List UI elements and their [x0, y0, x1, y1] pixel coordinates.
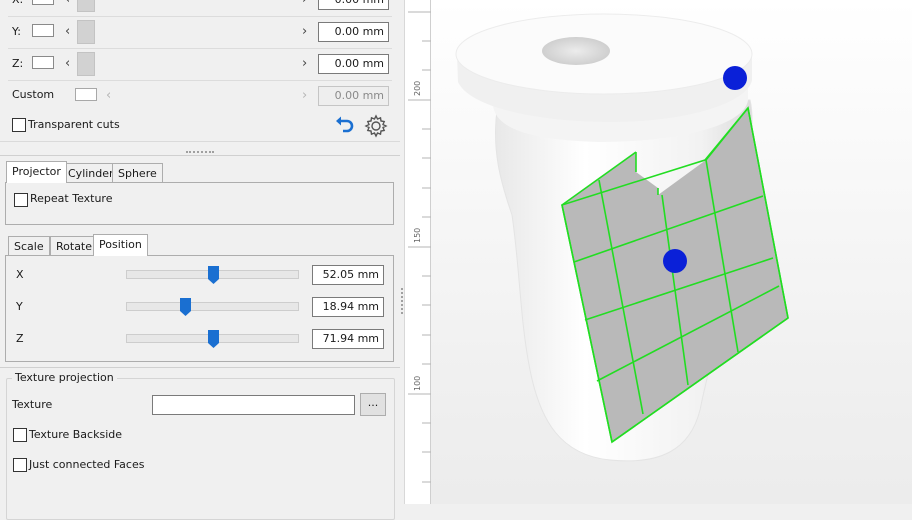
tab-sphere[interactable]: Sphere	[112, 163, 163, 183]
texture-projection-title: Texture projection	[12, 371, 117, 384]
chevron-left-icon[interactable]: ‹	[65, 25, 70, 39]
cut-row-custom: Custom ‹ › 0.00 mm	[0, 80, 392, 112]
repeat-texture-label: Repeat Texture	[30, 192, 113, 205]
position-value-z[interactable]: 71.94 mm	[312, 329, 384, 349]
chevron-left-icon[interactable]: ‹	[65, 57, 70, 71]
chevron-left-icon[interactable]: ‹	[65, 0, 70, 7]
cut-color-swatch-x[interactable]	[32, 0, 54, 5]
transparent-cuts-label: Transparent cuts	[28, 118, 120, 131]
cut-value-x[interactable]: 0.00 mm	[318, 0, 389, 10]
tab-rotate[interactable]: Rotate	[50, 236, 99, 256]
3d-model-scene[interactable]	[431, 0, 912, 504]
projection-tab-panel: Repeat Texture	[5, 182, 394, 225]
position-value-x[interactable]: 52.05 mm	[312, 265, 384, 285]
ruler-ticks	[408, 11, 431, 483]
3d-viewport[interactable]	[431, 0, 912, 504]
texture-backside-label: Texture Backside	[29, 428, 123, 441]
tab-projector[interactable]: Projector	[6, 161, 67, 183]
cut-slider-thumb-x[interactable]	[77, 0, 95, 12]
texture-backside-checkbox[interactable]	[13, 428, 27, 442]
tab-scale[interactable]: Scale	[8, 236, 50, 256]
position-value-y[interactable]: 18.94 mm	[312, 297, 384, 317]
chevron-left-icon[interactable]: ‹	[106, 89, 111, 103]
chevron-right-icon[interactable]: ›	[302, 25, 307, 39]
left-panel: X: ‹ › 0.00 mm Y: ‹ › 0.00 mm Z: ‹ › 0.0…	[0, 0, 400, 520]
position-label-z: Z	[16, 332, 24, 345]
position-slider-track-y[interactable]	[126, 302, 299, 311]
position-label-x: X	[16, 268, 24, 281]
cut-value-custom[interactable]: 0.00 mm	[318, 86, 389, 106]
position-tab-panel: X 52.05 mm Y 18.94 mm Z 71.94 mm	[5, 255, 394, 362]
transparent-cuts-checkbox[interactable]	[12, 118, 26, 132]
separator	[0, 367, 400, 368]
browse-texture-button[interactable]: ...	[360, 393, 386, 416]
cut-slider-thumb-z[interactable]	[77, 52, 95, 76]
position-slider-thumb-x[interactable]	[208, 266, 219, 284]
cut-row-x: X: ‹ › 0.00 mm	[0, 0, 392, 16]
position-row-y: Y 18.94 mm	[6, 288, 393, 318]
chevron-right-icon[interactable]: ›	[302, 0, 307, 7]
just-connected-faces-label: Just connected Faces	[29, 458, 145, 471]
position-row-z: Z 71.94 mm	[6, 320, 393, 350]
texture-path-input[interactable]	[152, 395, 355, 415]
texture-label: Texture	[12, 398, 53, 411]
cut-label-x: X:	[12, 0, 23, 6]
cut-color-swatch-custom[interactable]	[75, 88, 97, 101]
gear-icon[interactable]	[364, 114, 388, 138]
undo-arrow-icon[interactable]	[334, 115, 356, 137]
projector-center-handle[interactable]	[663, 249, 687, 273]
position-slider-thumb-y[interactable]	[180, 298, 191, 316]
cut-value-y[interactable]: 0.00 mm	[318, 22, 389, 42]
separator	[0, 141, 400, 142]
cut-label-custom: Custom	[12, 88, 55, 101]
cut-color-swatch-z[interactable]	[32, 56, 54, 69]
repeat-texture-checkbox[interactable]	[14, 193, 28, 207]
projector-corner-handle[interactable]	[723, 66, 747, 90]
position-slider-thumb-z[interactable]	[208, 330, 219, 348]
position-label-y: Y	[16, 300, 23, 313]
tab-cylinder[interactable]: Cylinder	[62, 163, 120, 183]
cut-row-z: Z: ‹ › 0.00 mm	[0, 48, 392, 80]
cut-value-z[interactable]: 0.00 mm	[318, 54, 389, 74]
model-hole	[542, 37, 610, 65]
cut-label-z: Z:	[12, 57, 24, 70]
just-connected-faces-checkbox[interactable]	[13, 458, 27, 472]
cut-row-y: Y: ‹ › 0.00 mm	[0, 16, 392, 48]
chevron-right-icon[interactable]: ›	[302, 89, 307, 103]
cut-label-y: Y:	[12, 25, 21, 38]
tab-position[interactable]: Position	[93, 234, 148, 256]
cut-slider-thumb-y[interactable]	[77, 20, 95, 44]
cut-color-swatch-y[interactable]	[32, 24, 54, 37]
separator	[0, 155, 400, 156]
chevron-right-icon[interactable]: ›	[302, 57, 307, 71]
